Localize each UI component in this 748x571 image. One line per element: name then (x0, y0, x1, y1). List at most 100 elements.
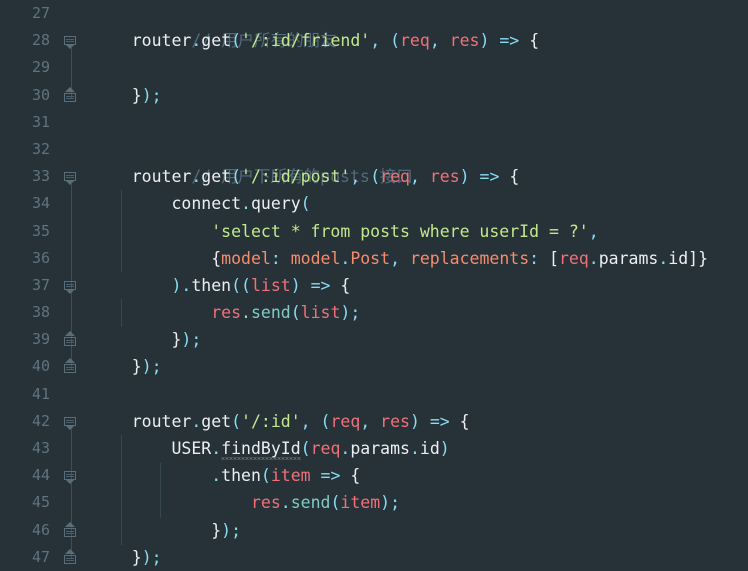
code-editor[interactable]: 27 28 29 30 31 32 33 34 35 36 37 38 39 4… (0, 0, 748, 568)
paren: ) (340, 303, 351, 323)
paren: ( (290, 303, 301, 323)
dot: . (588, 248, 599, 268)
property-params: params (598, 248, 659, 268)
line-number: 39 (31, 330, 50, 349)
gutter-row: 45 (0, 489, 92, 516)
param-res: res (429, 167, 460, 187)
fold-marker-end[interactable] (64, 358, 79, 374)
method-findbyid-warning: findById (221, 439, 301, 458)
method-get: get (201, 411, 232, 431)
arrow-operator: => (499, 31, 520, 51)
line-number: 33 (31, 167, 50, 186)
code-line[interactable]: router.get('/:id/post', (req, res) => { (92, 163, 748, 190)
code-line[interactable]: connect.query( (92, 190, 748, 217)
code-content[interactable]: // 用户所有的朋友 router.get('/:id/friend', (re… (92, 0, 748, 568)
code-line[interactable]: }); (92, 326, 748, 353)
param-res: res (380, 411, 410, 431)
fold-marker-collapse[interactable] (64, 34, 79, 50)
brace: } (698, 248, 709, 268)
gutter-row: 41 (0, 381, 92, 408)
brace: { (211, 248, 222, 268)
method-send: send (290, 493, 331, 513)
code-line[interactable]: }); (92, 517, 748, 544)
param-list: list (250, 275, 291, 295)
paren: ) (141, 357, 152, 377)
dot: . (658, 248, 669, 268)
brace: { (350, 466, 361, 486)
gutter-row: 31 (0, 109, 92, 136)
property-post: Post (350, 248, 391, 268)
code-line[interactable]: router.get('/:id/friend', (req, res) => … (92, 27, 748, 54)
fold-marker-end[interactable] (64, 331, 79, 347)
brace: { (529, 31, 540, 51)
line-number: 42 (31, 411, 50, 430)
bracket: ] (688, 248, 699, 268)
string-literal: '/:id/post' (241, 167, 351, 187)
paren: ) (380, 493, 391, 513)
object-key-model: model (221, 248, 271, 268)
paren: ) (171, 275, 182, 295)
gutter-row: 27 (0, 0, 92, 27)
gutter-row: 35 (0, 218, 92, 245)
code-line[interactable] (92, 54, 748, 81)
fold-marker-end[interactable] (64, 521, 79, 537)
code-line[interactable]: USER.findById(req.params.id) (92, 435, 748, 462)
code-line[interactable]: router.get('/:id', (req, res) => { (92, 408, 748, 435)
identifier-list: list (300, 303, 341, 323)
line-number: 40 (31, 357, 50, 376)
gutter-row: 46 (0, 517, 92, 544)
identifier-req: req (310, 439, 341, 458)
fold-marker-end[interactable] (64, 86, 79, 102)
identifier-res: res (250, 493, 281, 513)
code-line[interactable] (92, 109, 748, 136)
fold-marker-collapse[interactable] (64, 170, 79, 186)
semicolon: ; (350, 303, 361, 323)
code-line[interactable]: .then(item => { (92, 462, 748, 489)
arrow-operator: => (320, 466, 341, 486)
code-line[interactable] (92, 381, 748, 408)
line-number: 43 (31, 439, 50, 457)
fold-marker-collapse[interactable] (64, 415, 79, 430)
paren: ( (390, 31, 400, 51)
paren: ) (459, 167, 470, 187)
fold-marker-collapse[interactable] (64, 279, 79, 294)
line-number: 36 (31, 248, 50, 267)
code-line[interactable]: // 用户所有的朋友 (92, 0, 748, 50)
gutter-row: 43 (0, 435, 92, 462)
method-get: get (201, 167, 232, 187)
fold-marker-end[interactable] (64, 548, 79, 564)
semicolon: ; (151, 85, 162, 105)
dot: . (191, 411, 202, 431)
code-line[interactable]: }); (92, 82, 748, 109)
gutter-row: 33 (0, 163, 92, 190)
paren: ) (181, 330, 192, 350)
arrow-operator: => (310, 275, 331, 295)
code-line[interactable]: ).then((list) => { (92, 272, 748, 299)
code-line[interactable]: }); (92, 353, 748, 380)
identifier-router: router (131, 411, 192, 431)
editor-gutter[interactable]: 27 28 29 30 31 32 33 34 35 36 37 38 39 4… (0, 0, 92, 568)
code-line[interactable]: res.send(item); (92, 489, 748, 516)
property-id: id (419, 439, 440, 458)
code-line[interactable]: res.send(list); (92, 299, 748, 326)
fold-marker-collapse[interactable] (64, 469, 79, 485)
identifier-model: model (290, 248, 341, 268)
code-line[interactable]: {model: model.Post, replacements: [req.p… (92, 245, 748, 272)
identifier-req: req (558, 248, 589, 268)
brace: { (459, 411, 470, 431)
code-line[interactable]: // 用户下所有的posts 接口 (92, 136, 748, 186)
code-line[interactable]: 'select * from posts where userId = ?', (92, 218, 748, 245)
code-line[interactable]: }); (92, 544, 748, 568)
brace: { (340, 275, 351, 295)
